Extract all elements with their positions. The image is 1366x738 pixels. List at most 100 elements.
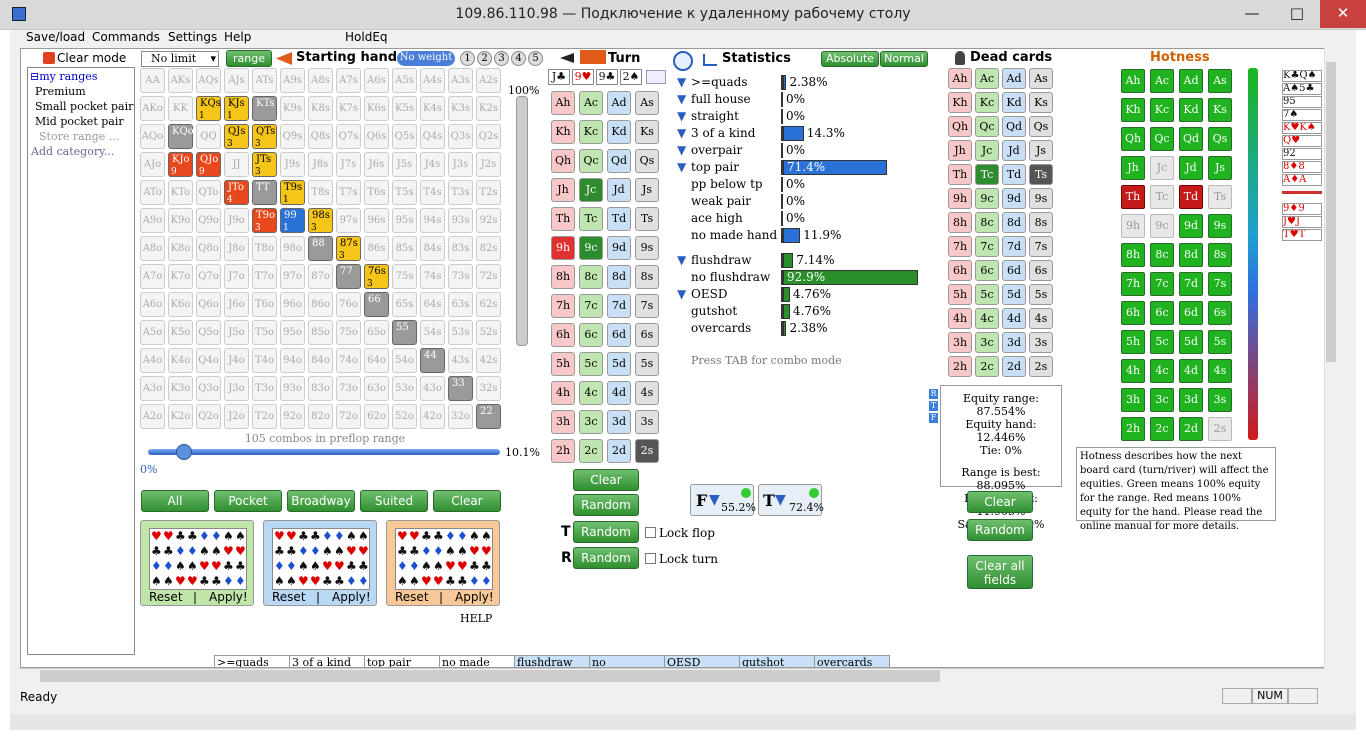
- hand-cell-T7o[interactable]: T7o: [252, 264, 277, 289]
- weight-button-3[interactable]: 3: [494, 51, 509, 66]
- turn-card-2c[interactable]: 2c: [579, 439, 603, 463]
- hotness-card-6h[interactable]: 6h: [1121, 301, 1145, 325]
- hand-cell-J2o[interactable]: J2o: [224, 404, 249, 429]
- turn-card-Kd[interactable]: Kd: [607, 120, 631, 144]
- hand-cell-Q4o[interactable]: Q4o: [196, 348, 221, 373]
- hand-cell-JJ[interactable]: JJ: [224, 152, 249, 177]
- bottom-table-header-5[interactable]: flushdraw: [515, 656, 590, 667]
- hand-cell-A3o[interactable]: A3o: [140, 376, 165, 401]
- turn-card-8s[interactable]: 8s: [635, 265, 659, 289]
- hand-cell-88[interactable]: 88: [308, 236, 333, 261]
- preset-apply-button[interactable]: Apply!: [209, 590, 248, 604]
- dead-card-8s[interactable]: 8s: [1029, 212, 1053, 233]
- hand-cell-63o[interactable]: 63o: [364, 376, 389, 401]
- hand-cell-95o[interactable]: 95o: [280, 320, 305, 345]
- hand-cell-K9s[interactable]: K9s: [280, 96, 305, 121]
- hotness-card-Qc[interactable]: Qc: [1150, 127, 1174, 151]
- turn-card-8d[interactable]: 8d: [607, 265, 631, 289]
- tree-item-small-pocket-pair[interactable]: Small pocket pair: [35, 100, 133, 113]
- hand-cell-96s[interactable]: 96s: [364, 208, 389, 233]
- hotness-card-Jd[interactable]: Jd: [1179, 156, 1203, 180]
- hand-cell-98s[interactable]: 98s 3: [308, 208, 333, 233]
- dead-clear-button[interactable]: Clear: [967, 491, 1033, 513]
- board-card-3[interactable]: 9♣: [596, 69, 618, 85]
- bottom-table[interactable]: >=quads3 of a kindtop pairno made handfl…: [214, 655, 890, 668]
- hand-cell-K9o[interactable]: K9o: [168, 208, 193, 233]
- hotness-card-5c[interactable]: 5c: [1150, 330, 1174, 354]
- hand-cell-T4s[interactable]: T4s: [420, 180, 445, 205]
- hand-cell-87s[interactable]: 87s 3: [336, 236, 361, 261]
- preset-reset-button[interactable]: Reset: [272, 590, 306, 604]
- hand-cell-Q2s[interactable]: Q2s: [476, 124, 501, 149]
- maximize-button[interactable]: □: [1274, 0, 1320, 28]
- hand-cell-Q7s[interactable]: Q7s: [336, 124, 361, 149]
- dead-card-6d[interactable]: 6d: [1002, 260, 1026, 281]
- hand-cell-86s[interactable]: 86s: [364, 236, 389, 261]
- hand-cell-86o[interactable]: 86o: [308, 292, 333, 317]
- hotness-card-2h[interactable]: 2h: [1121, 417, 1145, 441]
- turn-card-6d[interactable]: 6d: [607, 323, 631, 347]
- hand-cell-J7o[interactable]: J7o: [224, 264, 249, 289]
- turn-card-Ac[interactable]: Ac: [579, 91, 603, 115]
- hand-cell-T9s[interactable]: T9s 1: [280, 180, 305, 205]
- hand-cell-KQo[interactable]: KQo: [168, 124, 194, 149]
- side-hand-11[interactable]: J♥J: [1282, 216, 1322, 228]
- weight-button-1[interactable]: 1: [460, 51, 475, 66]
- dead-card-9d[interactable]: 9d: [1002, 188, 1026, 209]
- dead-card-Ah[interactable]: Ah: [948, 68, 972, 89]
- menu-settings[interactable]: Settings: [168, 30, 217, 46]
- bottom-table-header-1[interactable]: >=quads: [215, 656, 290, 667]
- hotness-card-Js[interactable]: Js: [1208, 156, 1232, 180]
- turn-card-Kc[interactable]: Kc: [579, 120, 603, 144]
- turn-card-9s[interactable]: 9s: [635, 236, 659, 260]
- dead-card-Qd[interactable]: Qd: [1002, 116, 1026, 137]
- hand-cell-22[interactable]: 22: [476, 404, 501, 429]
- hand-cell-77[interactable]: 77: [336, 264, 361, 289]
- turn-clear-button[interactable]: Clear: [573, 469, 639, 491]
- hotness-card-Td[interactable]: Td: [1179, 185, 1203, 209]
- turn-card-Jh[interactable]: Jh: [551, 178, 575, 202]
- hotness-card-4c[interactable]: 4c: [1150, 359, 1174, 383]
- tree-item-mid-pocket-pair[interactable]: Mid pocket pair: [35, 115, 124, 128]
- hand-cell-97o[interactable]: 97o: [280, 264, 305, 289]
- hotness-card-9d[interactable]: 9d: [1179, 214, 1203, 238]
- dead-card-Ts[interactable]: Ts: [1029, 164, 1053, 185]
- turn-card-4s[interactable]: 4s: [635, 381, 659, 405]
- dead-card-4h[interactable]: 4h: [948, 308, 972, 329]
- hand-cell-85o[interactable]: 85o: [308, 320, 333, 345]
- clear-mode-label[interactable]: Clear mode: [57, 51, 126, 65]
- hand-cell-J5s[interactable]: J5s: [392, 152, 417, 177]
- hand-cell-T4o[interactable]: T4o: [252, 348, 277, 373]
- hand-cell-62o[interactable]: 62o: [364, 404, 389, 429]
- dead-card-8d[interactable]: 8d: [1002, 212, 1026, 233]
- dead-card-Jh[interactable]: Jh: [948, 140, 972, 161]
- hand-cell-A3s[interactable]: A3s: [448, 68, 473, 93]
- hand-cell-Q3o[interactable]: Q3o: [196, 376, 221, 401]
- turn-card-2h[interactable]: 2h: [551, 439, 575, 463]
- hand-cell-T6s[interactable]: T6s: [364, 180, 389, 205]
- dead-card-4d[interactable]: 4d: [1002, 308, 1026, 329]
- tree-item-premium[interactable]: Premium: [35, 85, 86, 98]
- turn-card-3c[interactable]: 3c: [579, 410, 603, 434]
- turn-card-Qc[interactable]: Qc: [579, 149, 603, 173]
- dead-card-5d[interactable]: 5d: [1002, 284, 1026, 305]
- hotness-card-As[interactable]: As: [1208, 69, 1232, 93]
- dead-card-3c[interactable]: 3c: [975, 332, 999, 353]
- hotness-card-4s[interactable]: 4s: [1208, 359, 1232, 383]
- rtf-f-toggle[interactable]: F: [929, 413, 938, 423]
- weight-button-4[interactable]: 4: [511, 51, 526, 66]
- filter-f-button[interactable]: F ▼ 55.2%: [690, 484, 756, 516]
- dead-card-7d[interactable]: 7d: [1002, 236, 1026, 257]
- broadway-button[interactable]: Broadway: [287, 490, 355, 512]
- hand-cell-Q3s[interactable]: Q3s: [448, 124, 473, 149]
- board-card-4[interactable]: 2♠: [620, 69, 642, 85]
- hand-cell-54o[interactable]: 54o: [392, 348, 417, 373]
- hand-cell-J9s[interactable]: J9s: [280, 152, 305, 177]
- hand-cell-73s[interactable]: 73s: [448, 264, 473, 289]
- side-hand-6[interactable]: Q♥: [1282, 135, 1322, 147]
- hand-cell-Q5s[interactable]: Q5s: [392, 124, 417, 149]
- hand-cell-K7o[interactable]: K7o: [168, 264, 193, 289]
- dead-card-7c[interactable]: 7c: [975, 236, 999, 257]
- turn-card-Ah[interactable]: Ah: [551, 91, 575, 115]
- hotness-card-Qd[interactable]: Qd: [1179, 127, 1203, 151]
